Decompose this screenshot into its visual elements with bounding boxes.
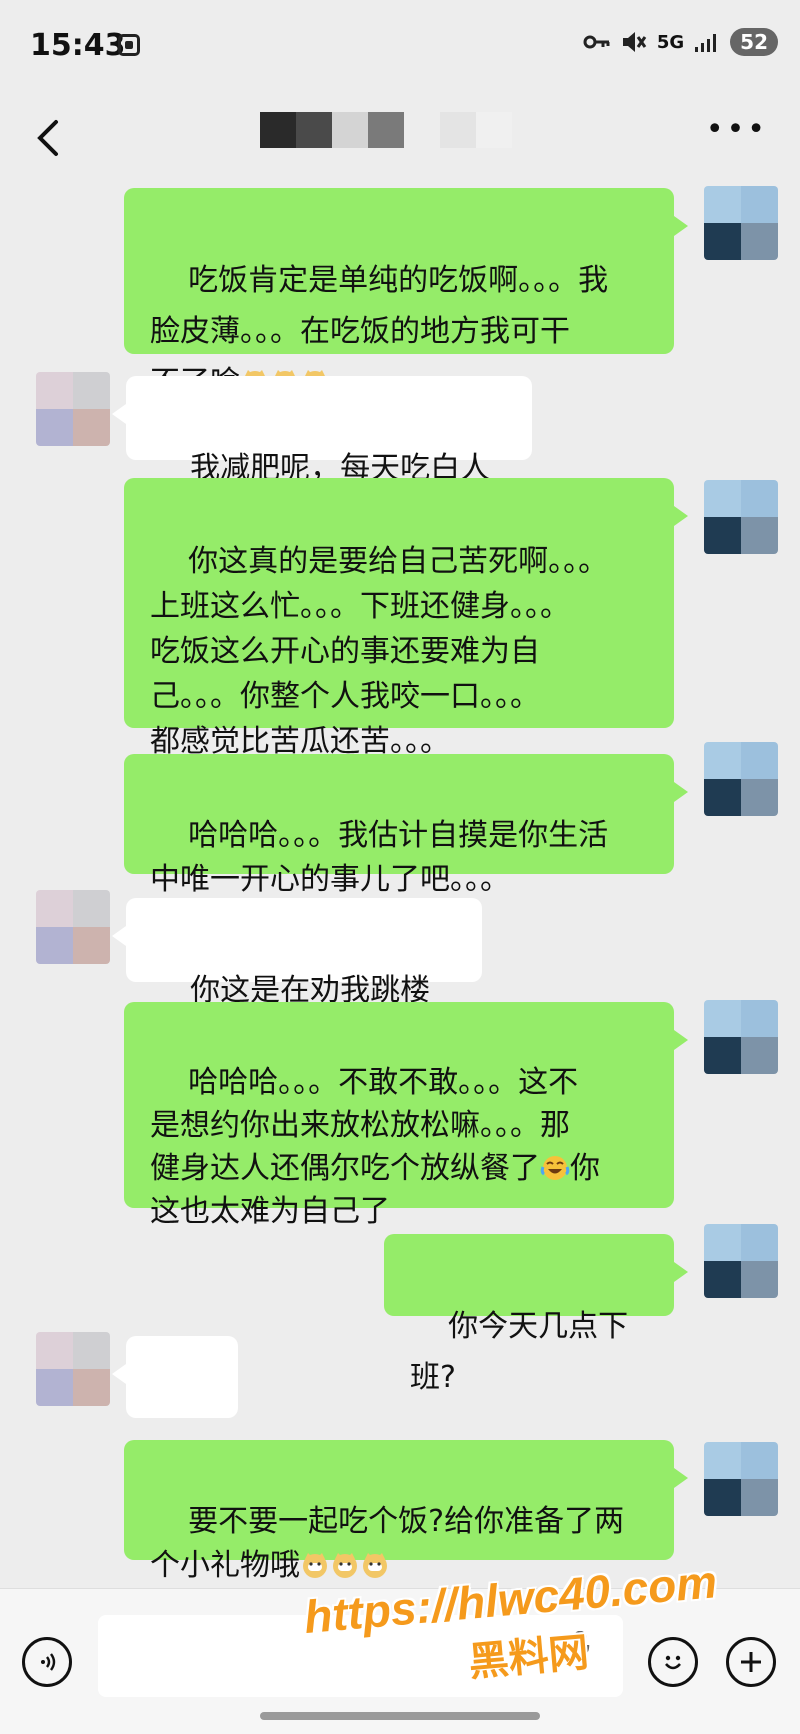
network-label: 5G: [656, 31, 685, 53]
message-text: 你这真的是要给自己苦死啊。。。 上班这么忙。。。下班还健身。。。 吃饭这么开心的…: [150, 544, 609, 759]
message-bubble-sent[interactable]: 哈哈哈。。。不敢不敢。。。这不 是想约你出来放松放松嘛。。。那 健身达人还偶尔吃…: [124, 1002, 688, 1229]
status-bar: 15:43 5G 52: [0, 0, 800, 98]
message-bubble-sent[interactable]: 你这真的是要给自己苦死啊。。。 上班这么忙。。。下班还健身。。。 吃饭这么开心的…: [124, 478, 688, 759]
laughing-crying-emoji-icon: [540, 1156, 570, 1180]
message-text: 哈哈哈。。。我估计自摸是你生活 中唯一开心的事儿了吧。。。: [150, 818, 609, 897]
message-text: 你今天几点下班?: [410, 1309, 629, 1395]
my-avatar[interactable]: [704, 742, 778, 816]
signal-icon: [695, 34, 717, 52]
voice-input-icon[interactable]: [22, 1637, 72, 1687]
message-bubble-received[interactable]: 我减肥呢，每天吃白人饭: [112, 376, 532, 537]
contact-name-blurred: [260, 112, 512, 148]
message-bubble-sent[interactable]: 哈哈哈。。。我估计自摸是你生活 中唯一开心的事儿了吧。。。: [124, 754, 688, 897]
doge-emoji-icon: [363, 1553, 387, 1578]
voice-waves-icon: [41, 1653, 56, 1671]
my-avatar[interactable]: [704, 480, 778, 554]
message-bubble-received[interactable]: 你这是在劝我跳楼吗?: [112, 898, 482, 1059]
status-icons: 5G 52: [583, 28, 778, 56]
more-options-icon[interactable]: •••: [706, 112, 768, 147]
message-bubble-received[interactable]: 五点: [112, 1336, 238, 1497]
battery-badge: 52: [730, 28, 778, 56]
contact-avatar[interactable]: [36, 372, 110, 446]
my-avatar[interactable]: [704, 1224, 778, 1298]
message-list[interactable]: 吃饭肯定是单纯的吃饭啊。。。我 脸皮薄。。。在吃饭的地方我可干 不了啥 我减肥呢…: [0, 178, 800, 1583]
message-text: 哈哈哈。。。不敢不敢。。。这不 是想约你出来放松放松嘛。。。那 健身达人还偶尔吃…: [150, 1065, 579, 1186]
my-avatar[interactable]: [704, 186, 778, 260]
screen-record-icon: [118, 34, 140, 56]
back-arrow-icon[interactable]: [30, 116, 70, 160]
key-icon: [583, 35, 610, 49]
chat-header: •••: [0, 98, 800, 178]
my-avatar[interactable]: [704, 1000, 778, 1074]
my-avatar[interactable]: [704, 1442, 778, 1516]
mute-icon: [622, 32, 647, 52]
home-indicator[interactable]: [260, 1712, 540, 1720]
contact-avatar[interactable]: [36, 890, 110, 964]
status-time: 15:43: [30, 28, 126, 63]
doge-emoji-icon: [303, 1553, 327, 1578]
doge-emoji-icon: [333, 1553, 357, 1578]
message-bubble-sent[interactable]: 你今天几点下班?: [384, 1234, 688, 1395]
message-bubble-sent[interactable]: 吃饭肯定是单纯的吃饭啊。。。我 脸皮薄。。。在吃饭的地方我可干 不了啥: [124, 188, 688, 400]
contact-avatar[interactable]: [36, 1332, 110, 1406]
more-functions-plus-icon[interactable]: [726, 1637, 776, 1687]
message-bubble-sent[interactable]: 要不要一起吃个饭?给你准备了两 个小礼物哦: [124, 1440, 688, 1583]
